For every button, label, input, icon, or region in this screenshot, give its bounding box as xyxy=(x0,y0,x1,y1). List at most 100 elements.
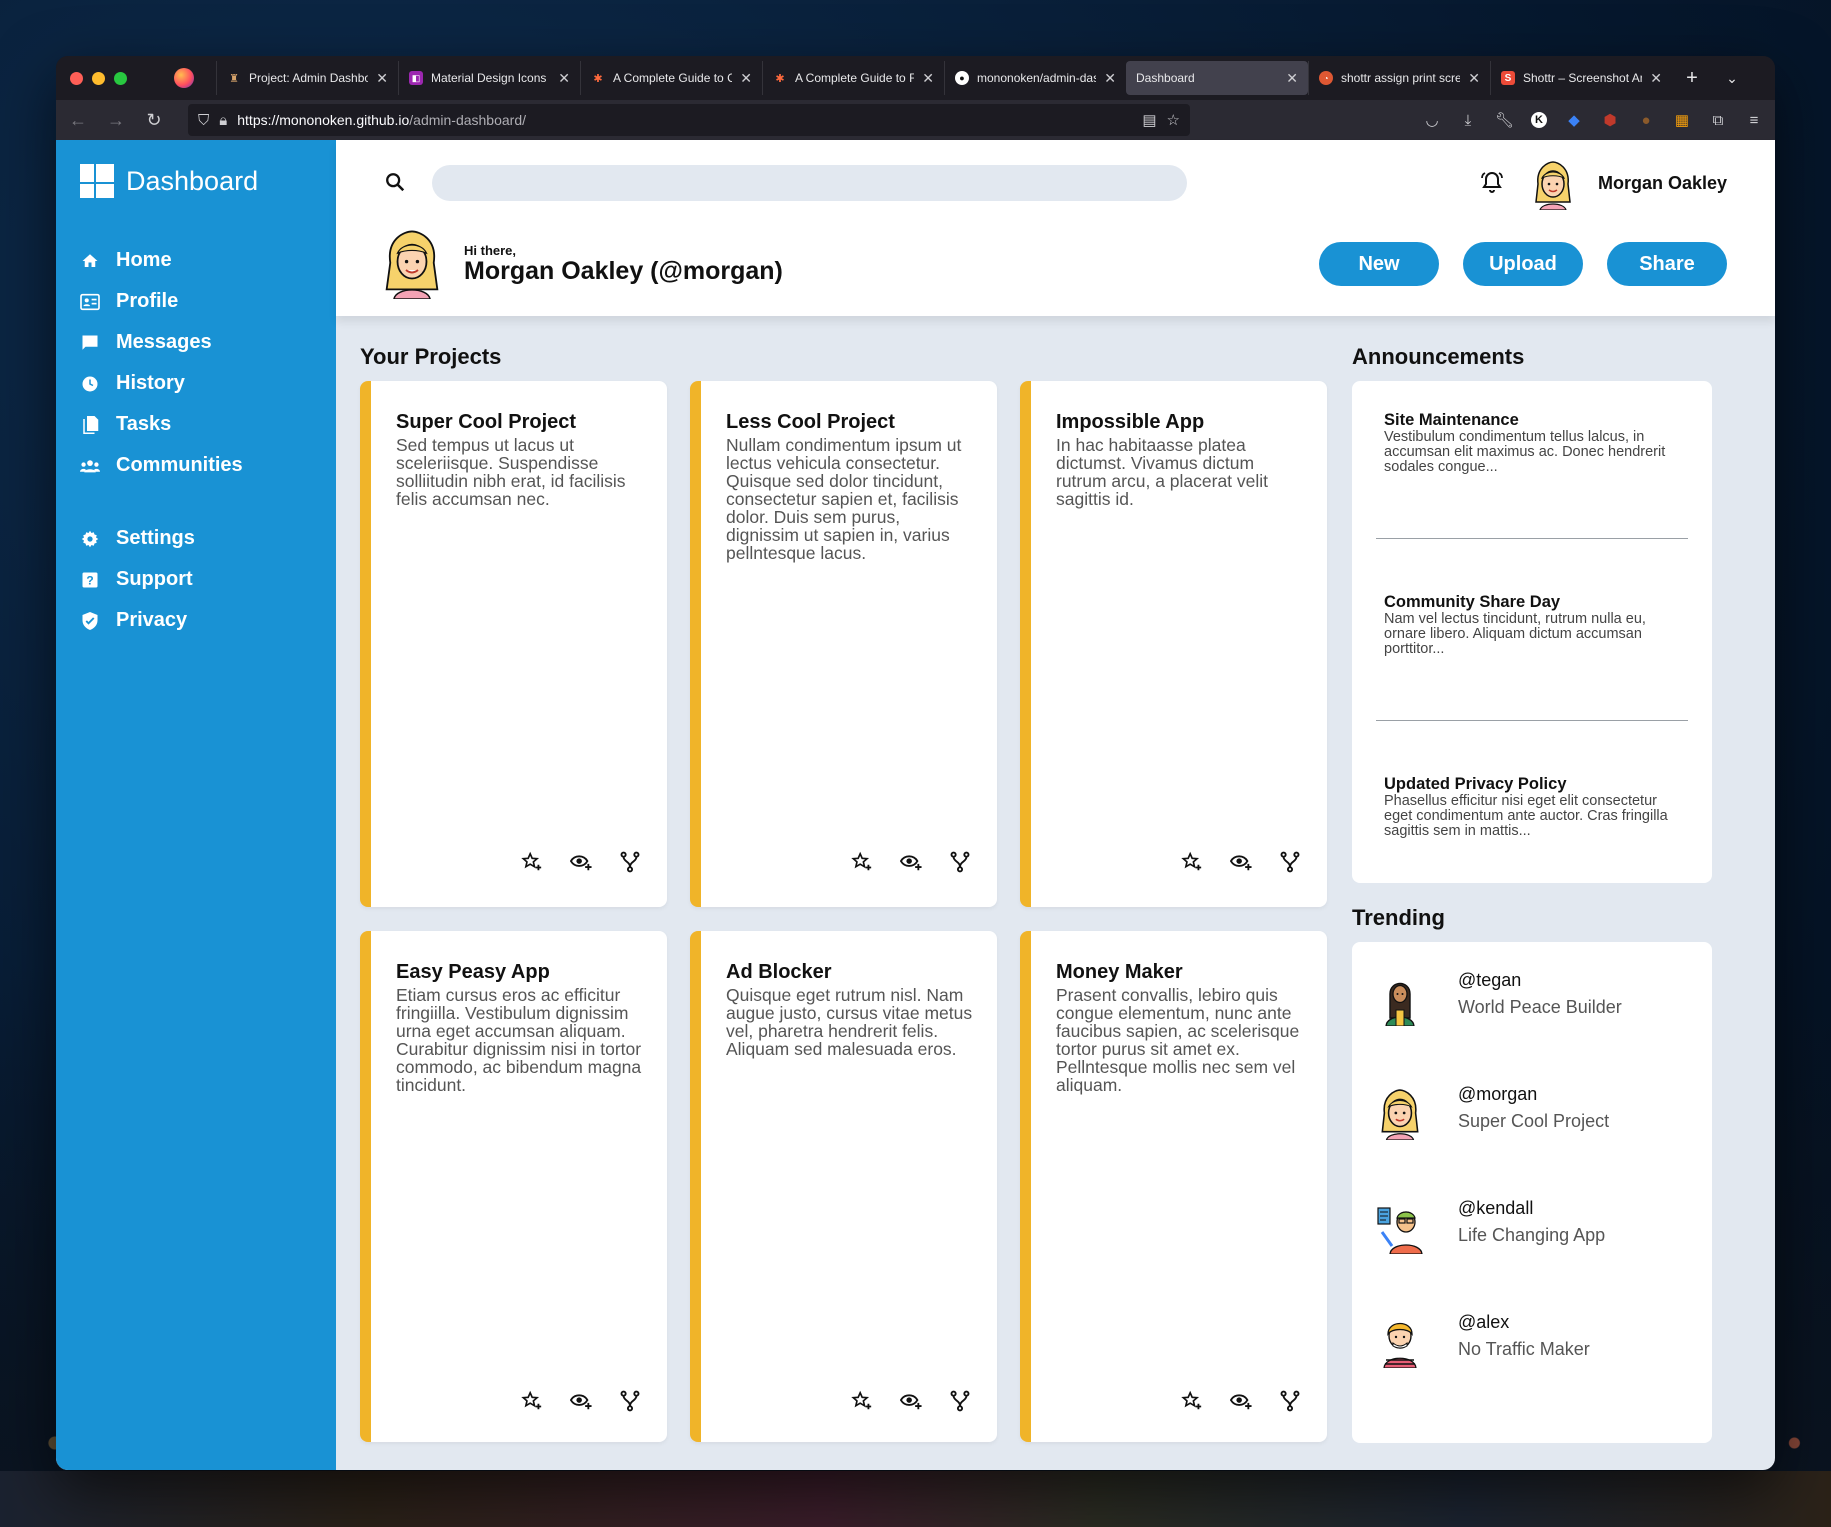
pocket-icon[interactable]: ◡ xyxy=(1423,111,1441,129)
notification-bell-icon[interactable] xyxy=(1480,170,1506,196)
star-plus-icon[interactable] xyxy=(521,851,543,873)
tracking-shield-icon[interactable]: ⛉ xyxy=(198,112,209,129)
forward-button[interactable]: → xyxy=(106,110,126,131)
sidebar-item-tasks[interactable]: Tasks xyxy=(80,404,336,445)
star-plus-icon[interactable] xyxy=(1181,851,1203,873)
share-button[interactable]: Share xyxy=(1607,242,1727,286)
list-tabs-chevron-icon[interactable]: ⌄ xyxy=(1712,70,1752,87)
firefox-icon[interactable] xyxy=(174,68,194,88)
maximize-window-button[interactable] xyxy=(114,71,127,85)
announcement-item[interactable]: Site Maintenance Vestibulum condimentum … xyxy=(1376,411,1688,538)
announcement-item[interactable]: Updated Privacy Policy Phasellus efficit… xyxy=(1376,775,1688,839)
project-card[interactable]: Money Maker Prasent convallis, lebiro qu… xyxy=(1020,931,1327,1442)
fork-icon[interactable] xyxy=(619,851,641,873)
tab-duckduckgo-search[interactable]: ◔ shottr assign print scre ✕ xyxy=(1308,61,1490,95)
sidebar-item-messages[interactable]: Messages xyxy=(80,322,336,363)
bookmark-star-icon[interactable]: ☆ xyxy=(1167,111,1180,129)
close-tab-icon[interactable]: ✕ xyxy=(558,70,570,87)
brand[interactable]: Dashboard xyxy=(80,164,336,198)
watch-eye-plus-icon[interactable] xyxy=(899,1390,922,1412)
watch-eye-plus-icon[interactable] xyxy=(569,1390,592,1412)
sidebar-item-profile[interactable]: Profile xyxy=(80,281,336,322)
close-tab-icon[interactable]: ✕ xyxy=(376,70,388,87)
url-bar[interactable]: ⛉ 🔒︎ https://mononoken.github.io/admin-d… xyxy=(188,104,1190,136)
fork-icon[interactable] xyxy=(1279,1390,1301,1412)
trending-item[interactable]: @morgan Super Cool Project xyxy=(1376,1084,1688,1198)
extension-cookie-icon[interactable]: ● xyxy=(1637,112,1655,129)
close-tab-icon[interactable]: ✕ xyxy=(740,70,752,87)
ublock-icon[interactable]: ⬢ xyxy=(1601,111,1619,129)
trending-project[interactable]: No Traffic Maker xyxy=(1458,1339,1590,1360)
watch-eye-plus-icon[interactable] xyxy=(899,851,922,873)
header-username[interactable]: Morgan Oakley xyxy=(1598,173,1727,194)
tab-project-admin-dashboard[interactable]: ♜ Project: Admin Dashboard ✕ xyxy=(216,61,398,95)
trending-project[interactable]: Life Changing App xyxy=(1458,1225,1605,1246)
star-plus-icon[interactable] xyxy=(1181,1390,1203,1412)
project-card[interactable]: Impossible App In hac habitaasse platea … xyxy=(1020,381,1327,907)
search-icon[interactable] xyxy=(384,171,408,195)
tab-github[interactable]: ● mononoken/admin-dash ✕ xyxy=(944,61,1126,95)
close-tab-icon[interactable]: ✕ xyxy=(1286,70,1298,87)
sidebar-item-privacy[interactable]: Privacy xyxy=(80,600,336,641)
url-text[interactable]: https://mononoken.github.io/admin-dashbo… xyxy=(237,112,1132,128)
close-tab-icon[interactable]: ✕ xyxy=(922,70,934,87)
hamburger-menu-icon[interactable]: ≡ xyxy=(1745,112,1763,129)
close-tab-icon[interactable]: ✕ xyxy=(1650,70,1662,87)
user-avatar[interactable] xyxy=(1530,160,1576,211)
reader-view-icon[interactable]: ▤ xyxy=(1142,111,1156,129)
project-card[interactable]: Easy Peasy App Etiam cursus eros ac effi… xyxy=(360,931,667,1442)
watch-eye-plus-icon[interactable] xyxy=(1229,1390,1252,1412)
star-plus-icon[interactable] xyxy=(851,851,873,873)
sidebar-item-support[interactable]: ? Support xyxy=(80,559,336,600)
trending-handle[interactable]: @morgan xyxy=(1458,1084,1609,1105)
sidebar-item-home[interactable]: Home xyxy=(80,240,336,281)
tab-dashboard[interactable]: Dashboard ✕ xyxy=(1126,61,1308,95)
new-button[interactable]: New xyxy=(1319,242,1439,286)
tab-css-guide[interactable]: ✱ A Complete Guide to CSS ✕ xyxy=(580,61,762,95)
tab-material-design-icons[interactable]: ◧ Material Design Icons - ✕ xyxy=(398,61,580,95)
fork-icon[interactable] xyxy=(619,1390,641,1412)
sidebar-item-settings[interactable]: Settings xyxy=(80,518,336,559)
tab-flex-guide[interactable]: ✱ A Complete Guide to Flex ✕ xyxy=(762,61,944,95)
star-plus-icon[interactable] xyxy=(521,1390,543,1412)
trending-handle[interactable]: @kendall xyxy=(1458,1198,1605,1219)
close-tab-icon[interactable]: ✕ xyxy=(1468,70,1480,87)
star-plus-icon[interactable] xyxy=(851,1390,873,1412)
project-card[interactable]: Super Cool Project Sed tempus ut lacus u… xyxy=(360,381,667,907)
extensions-puzzle-icon[interactable]: ⧉ xyxy=(1709,112,1727,129)
trending-item[interactable]: @kendall Life Changing App xyxy=(1376,1198,1688,1312)
fork-icon[interactable] xyxy=(1279,851,1301,873)
tab-shottr[interactable]: S Shottr – Screenshot Ann ✕ xyxy=(1490,61,1672,95)
upload-button[interactable]: Upload xyxy=(1463,242,1583,286)
trending-project[interactable]: World Peace Builder xyxy=(1458,997,1622,1018)
tools-wrench-icon[interactable]: 🔧︎ xyxy=(1495,111,1514,129)
lock-icon[interactable]: 🔒︎ xyxy=(219,112,227,129)
home-icon xyxy=(80,251,100,271)
fork-icon[interactable] xyxy=(949,851,971,873)
watch-eye-plus-icon[interactable] xyxy=(1229,851,1252,873)
trending-handle[interactable]: @tegan xyxy=(1458,970,1622,991)
new-tab-button[interactable]: + xyxy=(1672,67,1712,90)
watch-eye-plus-icon[interactable] xyxy=(569,851,592,873)
reload-button[interactable]: ↻ xyxy=(144,110,164,131)
minimize-window-button[interactable] xyxy=(92,71,105,85)
sidebar-item-history[interactable]: History xyxy=(80,363,336,404)
search-input[interactable] xyxy=(432,165,1187,201)
trending-item[interactable]: @alex No Traffic Maker xyxy=(1376,1312,1688,1426)
download-icon[interactable]: ⤓ xyxy=(1459,112,1477,129)
extension-k-icon[interactable]: K xyxy=(1531,112,1547,128)
trending-project[interactable]: Super Cool Project xyxy=(1458,1111,1609,1132)
announcement-item[interactable]: Community Share Day Nam vel lectus tinci… xyxy=(1376,593,1688,720)
extension-grid-icon[interactable]: ▦ xyxy=(1673,111,1691,129)
project-card[interactable]: Ad Blocker Quisque eget rutrum nisl. Nam… xyxy=(690,931,997,1442)
trending-handle[interactable]: @alex xyxy=(1458,1312,1590,1333)
close-window-button[interactable] xyxy=(70,71,83,85)
extension-shield-icon[interactable]: ◆ xyxy=(1565,111,1583,129)
close-tab-icon[interactable]: ✕ xyxy=(1104,70,1116,87)
sidebar-item-communities[interactable]: Communities xyxy=(80,445,336,486)
fork-icon[interactable] xyxy=(949,1390,971,1412)
project-card[interactable]: Less Cool Project Nullam condimentum ips… xyxy=(690,381,997,907)
back-button[interactable]: ← xyxy=(68,110,88,131)
main-area: Morgan Oakley Hi there, Morgan Oakley (@… xyxy=(336,140,1775,1470)
trending-item[interactable]: @tegan World Peace Builder xyxy=(1376,970,1688,1084)
